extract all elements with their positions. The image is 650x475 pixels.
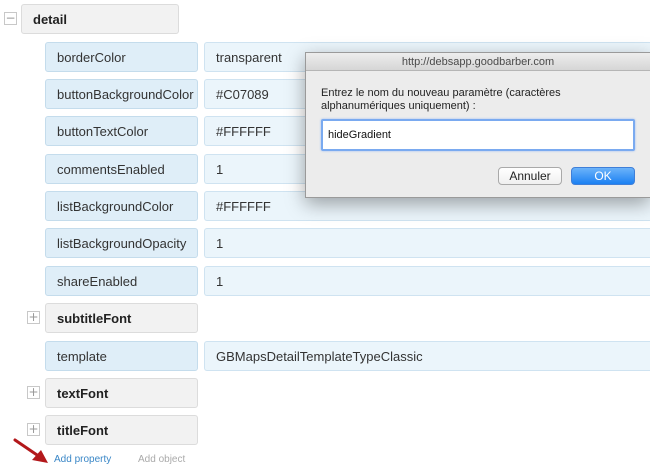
property-key[interactable]: buttonTextColor: [45, 116, 198, 146]
ok-button[interactable]: OK: [571, 167, 635, 185]
property-key[interactable]: template: [45, 341, 198, 371]
prompt-dialog: http://debsapp.goodbarber.com Entrez le …: [305, 52, 650, 198]
property-value[interactable]: GBMapsDetailTemplateTypeClassic: [204, 341, 650, 371]
property-key[interactable]: listBackgroundOpacity: [45, 228, 198, 258]
red-arrow-icon: [13, 438, 48, 463]
parameter-name-input[interactable]: [321, 119, 635, 151]
add-property-link[interactable]: Add property: [54, 454, 111, 465]
dialog-message: Entrez le nom du nouveau paramètre (cara…: [321, 87, 561, 112]
object-node-text-font[interactable]: textFont: [45, 378, 198, 408]
property-value[interactable]: 1: [204, 228, 650, 258]
property-key[interactable]: shareEnabled: [45, 266, 198, 296]
object-node-title-font[interactable]: titleFont: [45, 415, 198, 445]
expand-toggle-subtitle-font[interactable]: +: [27, 311, 40, 324]
collapse-toggle-detail[interactable]: −: [4, 12, 17, 25]
property-key[interactable]: borderColor: [45, 42, 198, 72]
expand-toggle-text-font[interactable]: +: [27, 386, 40, 399]
property-key[interactable]: commentsEnabled: [45, 154, 198, 184]
property-key[interactable]: buttonBackgroundColor: [45, 79, 198, 109]
dialog-title: http://debsapp.goodbarber.com: [306, 53, 650, 71]
property-value[interactable]: 1: [204, 266, 650, 296]
property-key[interactable]: listBackgroundColor: [45, 191, 198, 221]
cancel-button[interactable]: Annuler: [498, 167, 562, 185]
add-object-link[interactable]: Add object: [138, 454, 185, 465]
object-node-detail[interactable]: detail: [21, 4, 179, 34]
expand-toggle-title-font[interactable]: +: [27, 423, 40, 436]
object-node-subtitle-font[interactable]: subtitleFont: [45, 303, 198, 333]
